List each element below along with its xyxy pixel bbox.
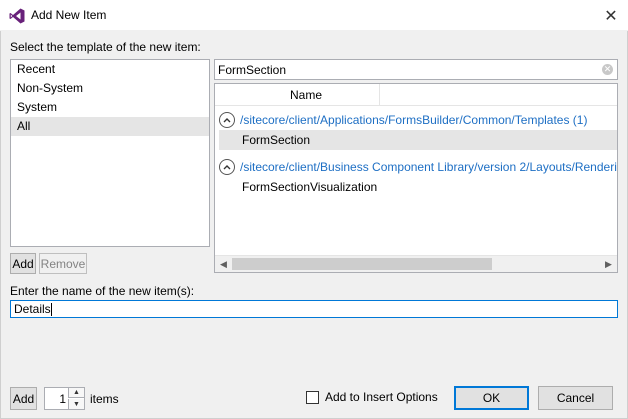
- visual-studio-logo-icon: [9, 8, 25, 24]
- result-item-formsection[interactable]: FormSection: [219, 130, 617, 150]
- template-results-grid[interactable]: Name /sitecore/client/Applications/Forms…: [214, 83, 618, 273]
- category-item-all[interactable]: All: [11, 117, 209, 136]
- items-label: items: [90, 392, 119, 406]
- result-group-path[interactable]: /sitecore/client/Applications/FormsBuild…: [240, 113, 587, 127]
- remove-category-button[interactable]: Remove: [39, 253, 87, 274]
- result-group-header[interactable]: /sitecore/client/Applications/FormsBuild…: [219, 110, 587, 130]
- result-group-path[interactable]: /sitecore/client/Business Component Libr…: [240, 160, 617, 174]
- template-category-list[interactable]: Recent Non-System System All: [10, 59, 210, 247]
- dialog-body: Select the template of the new item: Rec…: [0, 31, 628, 419]
- column-header-name[interactable]: Name: [233, 84, 380, 106]
- result-item-formsectionvisualization[interactable]: FormSectionVisualization: [219, 177, 617, 197]
- add-category-button[interactable]: Add: [10, 253, 36, 274]
- collapse-group-icon[interactable]: [219, 112, 235, 128]
- template-search-input[interactable]: FormSection ✕: [214, 59, 618, 80]
- new-item-name-label: Enter the name of the new item(s):: [10, 284, 195, 298]
- scrollbar-thumb[interactable]: [232, 258, 492, 270]
- ok-button[interactable]: OK: [454, 386, 529, 410]
- title-bar: Add New Item ✕: [0, 0, 628, 31]
- category-item-non-system[interactable]: Non-System: [11, 79, 209, 98]
- checkbox-box[interactable]: [306, 390, 319, 404]
- clear-search-icon[interactable]: ✕: [602, 64, 613, 75]
- horizontal-scrollbar[interactable]: ◀ ▶: [215, 255, 617, 272]
- decrement-icon[interactable]: ▼: [68, 399, 84, 409]
- add-to-insert-options-checkbox[interactable]: Add to Insert Options: [306, 390, 438, 404]
- new-item-name-value: Details: [14, 302, 51, 316]
- close-icon: ✕: [604, 7, 618, 25]
- grid-header: Name: [215, 84, 617, 106]
- new-item-name-input[interactable]: Details: [10, 300, 618, 318]
- close-button[interactable]: ✕: [594, 0, 628, 31]
- search-value: FormSection: [218, 63, 287, 77]
- category-item-system[interactable]: System: [11, 98, 209, 117]
- template-section-label: Select the template of the new item:: [10, 40, 201, 54]
- scroll-right-icon[interactable]: ▶: [600, 256, 617, 272]
- scroll-left-icon[interactable]: ◀: [215, 256, 232, 272]
- text-caret: [50, 303, 52, 317]
- item-count-stepper[interactable]: 1 ▲ ▼: [44, 387, 85, 410]
- item-count-value: 1: [59, 392, 66, 406]
- add-to-insert-options-label[interactable]: Add to Insert Options: [325, 390, 438, 404]
- cancel-button[interactable]: Cancel: [538, 386, 613, 410]
- window-title: Add New Item: [31, 8, 107, 22]
- collapse-group-icon[interactable]: [219, 159, 235, 175]
- add-items-button[interactable]: Add: [10, 387, 37, 410]
- category-item-recent[interactable]: Recent: [11, 60, 209, 79]
- result-group-header[interactable]: /sitecore/client/Business Component Libr…: [219, 157, 617, 177]
- increment-icon[interactable]: ▲: [68, 388, 84, 398]
